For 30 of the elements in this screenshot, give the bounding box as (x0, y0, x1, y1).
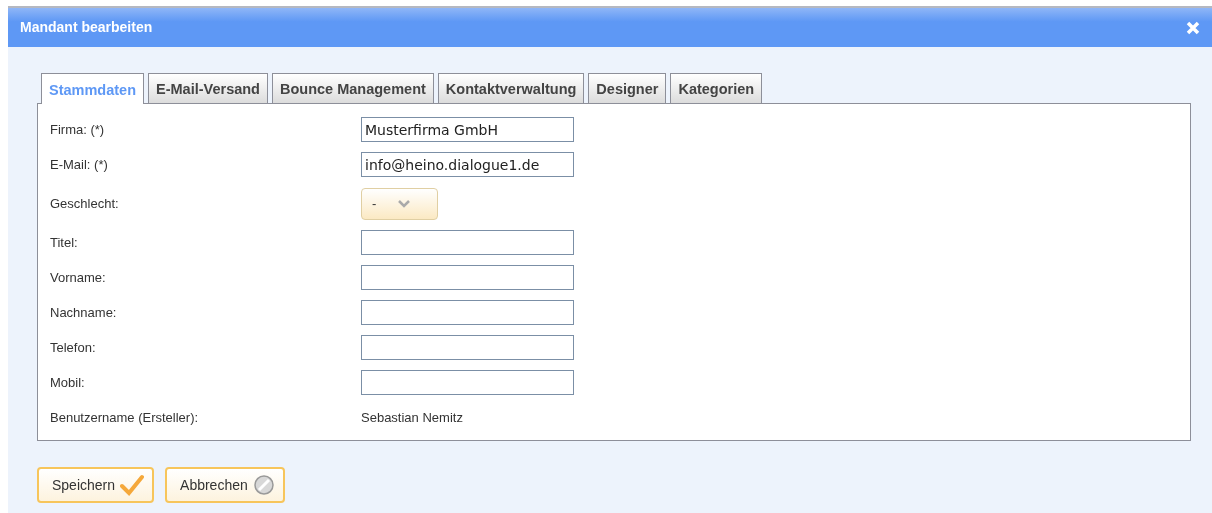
field-label: Mobil: (50, 373, 86, 392)
field-label: Benutzername (Ersteller): (50, 408, 200, 427)
field-label: Telefon: (50, 338, 97, 357)
tab[interactable]: Kategorien (670, 73, 763, 103)
input-field[interactable] (361, 335, 574, 360)
chevron-down-icon (398, 199, 411, 208)
tab[interactable]: Bounce Management (272, 73, 434, 103)
input-field[interactable]: Musterfirma GmbH (361, 117, 574, 142)
tab[interactable]: Kontaktverwaltung (437, 73, 585, 103)
dropdown[interactable]: - (361, 187, 438, 220)
tab[interactable]: Designer (588, 73, 667, 103)
input-field[interactable] (361, 300, 574, 325)
save-button[interactable]: Speichern (37, 467, 155, 503)
close-icon[interactable] (1186, 20, 1200, 35)
input-field[interactable] (361, 370, 574, 395)
field-label: Vorname: (50, 268, 107, 287)
cancel-button[interactable]: Abbrechen (165, 467, 285, 503)
checkmark-icon (120, 474, 145, 496)
field-value: Sebastian Nemitz (361, 408, 463, 427)
tab[interactable]: E-Mail-Versand (148, 73, 268, 103)
field-label: Titel: (50, 233, 79, 252)
field-label: Geschlecht: (50, 194, 120, 213)
input-field[interactable] (361, 230, 574, 255)
field-label: Nachname: (50, 303, 118, 322)
input-field[interactable] (361, 265, 574, 290)
cancel-icon (252, 474, 275, 496)
field-label: Firma: (*) (50, 120, 106, 139)
window-title: Mandant bearbeiten (20, 18, 153, 37)
field-label: E-Mail: (*) (50, 155, 109, 174)
input-field[interactable]: info@heino.dialogue1.de (361, 152, 574, 177)
